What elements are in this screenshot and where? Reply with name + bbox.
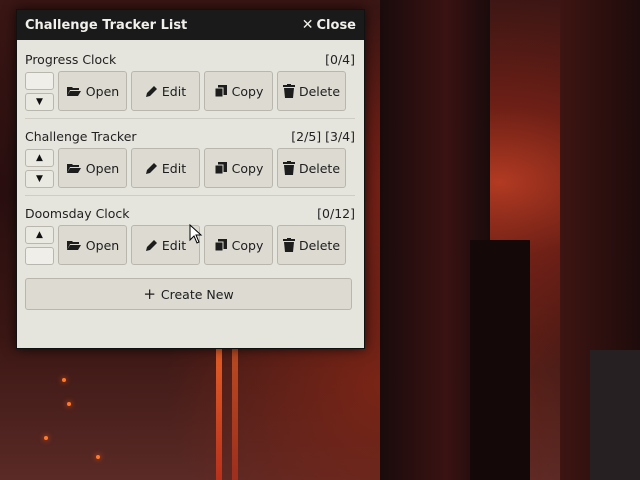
close-label: Close: [316, 17, 356, 33]
copy-button[interactable]: Copy: [204, 225, 273, 265]
caret-up-icon: ▲: [36, 152, 43, 163]
copy-button[interactable]: Copy: [204, 71, 273, 111]
mouse-cursor-icon: [189, 223, 203, 248]
tracker-name: Progress Clock: [25, 51, 117, 67]
edit-button[interactable]: Edit: [131, 71, 200, 111]
move-down-button[interactable]: ▼: [25, 92, 54, 111]
tracker-value: [0/12]: [317, 205, 355, 221]
close-icon: ✕: [301, 17, 314, 33]
caret-up-icon: ▲: [36, 229, 43, 240]
trash-icon: [282, 238, 295, 252]
pencil-icon: [145, 85, 158, 98]
tracker-value: [2/5] [3/4]: [291, 128, 355, 144]
move-down-button[interactable]: [25, 246, 54, 265]
edit-label: Edit: [161, 237, 187, 253]
copy-icon: [214, 161, 228, 175]
create-new-button[interactable]: + Create New: [25, 278, 352, 310]
tracker-name: Challenge Tracker: [25, 128, 137, 144]
delete-button[interactable]: Delete: [277, 148, 346, 188]
pencil-icon: [145, 162, 158, 175]
copy-icon: [214, 238, 228, 252]
window-titlebar[interactable]: Challenge Tracker List ✕ Close: [17, 10, 364, 40]
move-up-button[interactable]: ▲: [25, 225, 54, 244]
plus-icon: +: [143, 284, 156, 303]
folder-open-icon: [66, 85, 82, 97]
window-title: Challenge Tracker List: [25, 17, 188, 33]
copy-label: Copy: [231, 237, 264, 253]
move-up-button[interactable]: ▲: [25, 148, 54, 167]
edit-label: Edit: [161, 160, 187, 176]
open-label: Open: [85, 237, 120, 253]
copy-label: Copy: [231, 83, 264, 99]
delete-label: Delete: [298, 83, 341, 99]
open-button[interactable]: Open: [58, 148, 127, 188]
edit-button[interactable]: Edit: [131, 148, 200, 188]
folder-open-icon: [66, 239, 82, 251]
tracker-value: [0/4]: [325, 51, 355, 67]
copy-button[interactable]: Copy: [204, 148, 273, 188]
delete-button[interactable]: Delete: [277, 71, 346, 111]
folder-open-icon: [66, 162, 82, 174]
trash-icon: [282, 84, 295, 98]
caret-down-icon: ▼: [36, 173, 43, 184]
move-down-button[interactable]: ▼: [25, 169, 54, 188]
tracker-row: Challenge Tracker [2/5] [3/4] ▲ ▼ Open E…: [25, 118, 355, 195]
copy-icon: [214, 84, 228, 98]
create-new-label: Create New: [160, 286, 234, 302]
trash-icon: [282, 161, 295, 175]
open-label: Open: [85, 83, 120, 99]
tracker-list-window: Challenge Tracker List ✕ Close Progress …: [16, 9, 365, 349]
pencil-icon: [145, 239, 158, 252]
open-button[interactable]: Open: [58, 71, 127, 111]
delete-button[interactable]: Delete: [277, 225, 346, 265]
move-up-button[interactable]: [25, 71, 54, 90]
close-button[interactable]: ✕ Close: [302, 18, 356, 33]
tracker-row: Progress Clock [0/4] ▼ Open Edit Copy De…: [25, 48, 355, 118]
edit-label: Edit: [161, 83, 187, 99]
tracker-list: Progress Clock [0/4] ▼ Open Edit Copy De…: [17, 40, 364, 310]
caret-down-icon: ▼: [36, 96, 43, 107]
open-label: Open: [85, 160, 120, 176]
open-button[interactable]: Open: [58, 225, 127, 265]
delete-label: Delete: [298, 237, 341, 253]
copy-label: Copy: [231, 160, 264, 176]
delete-label: Delete: [298, 160, 341, 176]
tracker-name: Doomsday Clock: [25, 205, 130, 221]
